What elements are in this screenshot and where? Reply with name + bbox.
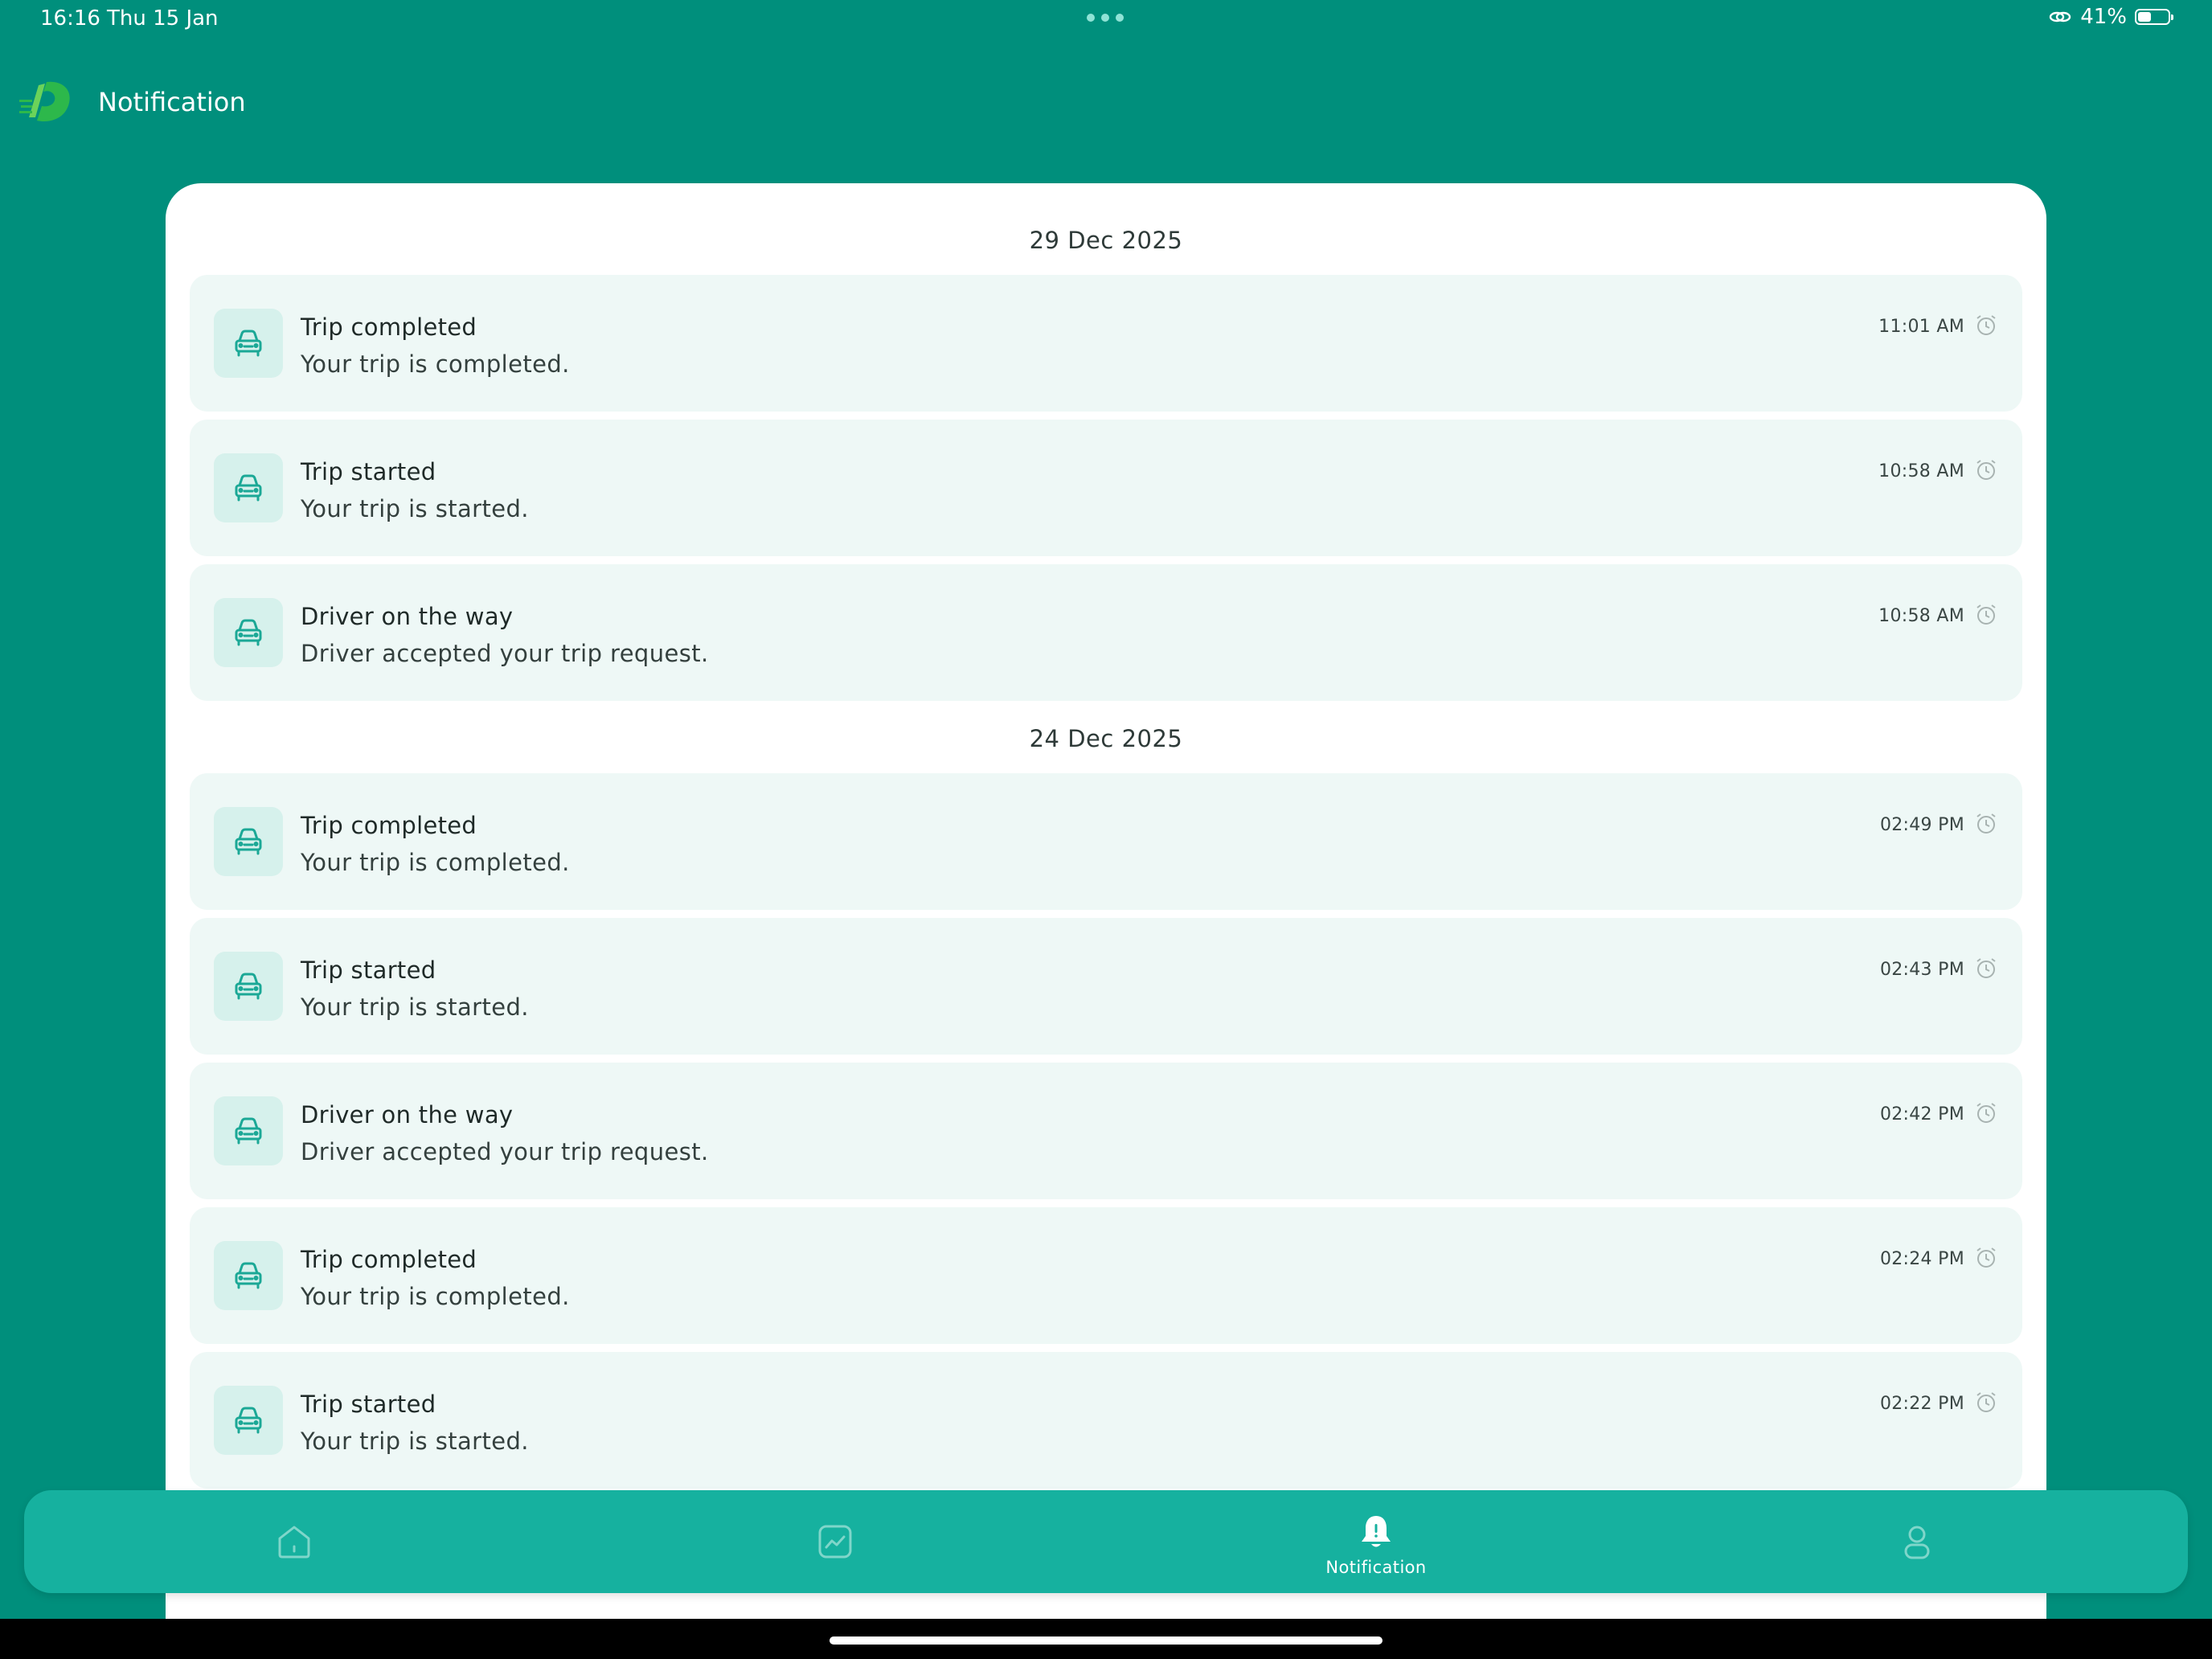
- notification-item[interactable]: Trip started Your trip is started. 02:43…: [190, 918, 2022, 1055]
- status-bar: 16:16 Thu 15 Jan 41%: [0, 0, 2212, 40]
- nav-notification[interactable]: Notification: [1296, 1490, 1456, 1593]
- notification-item[interactable]: Trip completed Your trip is completed. 0…: [190, 1207, 2022, 1344]
- home-icon: [278, 1526, 310, 1559]
- alarm-clock-icon: [1976, 315, 1996, 335]
- status-time: 16:16: [40, 6, 100, 31]
- notification-body: Your trip is started.: [301, 993, 529, 1021]
- notification-time: 02:24 PM: [1879, 1249, 1964, 1269]
- notification-item[interactable]: Trip started Your trip is started. 02:22…: [190, 1352, 2022, 1489]
- notification-body: Your trip is completed.: [301, 350, 570, 378]
- alarm-clock-icon: [1976, 1392, 1996, 1412]
- car-icon: [214, 309, 283, 378]
- notification-title: Trip started: [301, 1391, 436, 1418]
- app-header: Notification: [0, 72, 2212, 137]
- alarm-clock-icon: [1976, 1103, 1996, 1123]
- notification-title: Driver on the way: [301, 603, 514, 630]
- nav-notification-label: Notification: [1325, 1558, 1427, 1577]
- battery-percent: 41%: [2080, 5, 2127, 29]
- notification-body: Your trip is completed.: [301, 1283, 570, 1310]
- alarm-clock-icon: [1976, 1247, 1996, 1268]
- notification-title: Trip completed: [301, 812, 477, 839]
- notification-body: Your trip is completed.: [301, 849, 570, 876]
- notification-body: Your trip is started.: [301, 495, 529, 522]
- status-date: Thu 15 Jan: [107, 6, 219, 31]
- car-icon: [214, 598, 283, 667]
- nav-profile[interactable]: [1837, 1490, 1997, 1593]
- car-icon: [214, 807, 283, 876]
- alarm-clock-icon: [1976, 604, 1996, 625]
- notification-item[interactable]: Trip started Your trip is started. 10:58…: [190, 420, 2022, 556]
- notification-title: Trip completed: [301, 313, 477, 341]
- date-header: 24 Dec 2025: [1029, 725, 1183, 752]
- notification-title: Trip completed: [301, 1246, 477, 1273]
- notification-body: Driver accepted your trip request.: [301, 1138, 709, 1165]
- notification-item[interactable]: Trip completed Your trip is completed. 0…: [190, 773, 2022, 910]
- notification-time: 02:43 PM: [1879, 960, 1964, 980]
- notification-time: 02:42 PM: [1879, 1104, 1964, 1124]
- alarm-clock-icon: [1976, 813, 1996, 834]
- notification-list[interactable]: 29 Dec 2025 Trip completed Your trip is …: [166, 183, 2046, 1659]
- notification-item[interactable]: Trip completed Your trip is completed. 1…: [190, 275, 2022, 412]
- nav-activity[interactable]: [755, 1490, 916, 1593]
- status-indicators: 41%: [2048, 5, 2173, 29]
- multitasking-dots-icon[interactable]: [1087, 14, 1124, 22]
- notification-time: 02:22 PM: [1879, 1394, 1964, 1414]
- car-icon: [214, 1096, 283, 1165]
- notification-title: Trip started: [301, 458, 436, 485]
- car-icon: [214, 952, 283, 1021]
- notification-body: Driver accepted your trip request.: [301, 640, 709, 667]
- notification-body: Your trip is started.: [301, 1428, 529, 1455]
- notification-time: 11:01 AM: [1878, 317, 1964, 337]
- notification-title: Trip started: [301, 956, 436, 984]
- alarm-clock-icon: [1976, 958, 1996, 978]
- app-logo-icon: [19, 81, 70, 122]
- car-icon: [214, 453, 283, 522]
- car-icon: [214, 1386, 283, 1455]
- notification-time: 10:58 AM: [1878, 606, 1964, 626]
- notification-time: 02:49 PM: [1879, 815, 1964, 835]
- link-icon: [2050, 11, 2071, 23]
- notification-time: 10:58 AM: [1878, 461, 1964, 481]
- bottom-navigation: Notification: [24, 1490, 2188, 1593]
- page-title: Notification: [98, 87, 246, 117]
- date-header: 29 Dec 2025: [1029, 227, 1183, 254]
- notification-item[interactable]: Driver on the way Driver accepted your t…: [190, 1063, 2022, 1199]
- battery-icon: [2135, 9, 2173, 25]
- bell-icon: [1362, 1516, 1391, 1547]
- alarm-clock-icon: [1976, 460, 1996, 480]
- chart-icon: [818, 1525, 852, 1559]
- nav-home[interactable]: [214, 1490, 375, 1593]
- home-indicator[interactable]: [830, 1636, 1382, 1645]
- notification-title: Driver on the way: [301, 1101, 514, 1129]
- notification-item[interactable]: Driver on the way Driver accepted your t…: [190, 564, 2022, 701]
- car-icon: [214, 1241, 283, 1310]
- user-icon: [1904, 1526, 1930, 1559]
